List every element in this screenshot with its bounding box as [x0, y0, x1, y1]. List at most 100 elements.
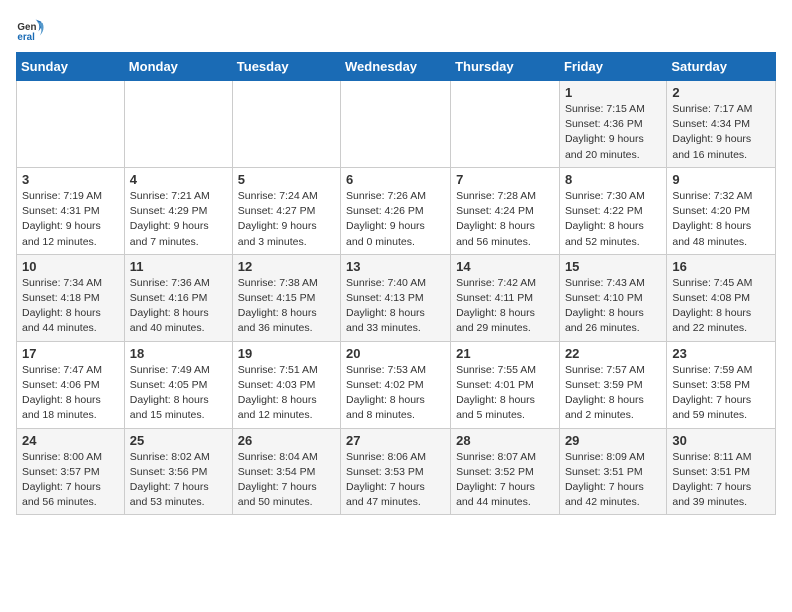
day-number: 28 [456, 433, 554, 448]
calendar-cell [451, 81, 560, 168]
day-info: Sunrise: 7:24 AM Sunset: 4:27 PM Dayligh… [238, 189, 335, 250]
calendar-cell: 19Sunrise: 7:51 AM Sunset: 4:03 PM Dayli… [232, 341, 340, 428]
day-info: Sunrise: 7:19 AM Sunset: 4:31 PM Dayligh… [22, 189, 119, 250]
calendar-cell: 22 Sunrise: 7:57 AM Sunset: 3:59 PM Dayli… [559, 341, 666, 428]
day-info: Sunrise: 7:53 AM Sunset: 4:02 PM Dayligh… [346, 363, 445, 424]
day-info: Sunrise: 7:45 AM Sunset: 4:08 PM Dayligh… [672, 276, 770, 337]
day-number: 11 [130, 259, 227, 274]
day-number: 5 [238, 172, 335, 187]
calendar-cell: 27Sunrise: 8:06 AM Sunset: 3:53 PM Dayli… [341, 428, 451, 515]
day-number: 29 [565, 433, 661, 448]
calendar-cell: 12 Sunrise: 7:38 AM Sunset: 4:15 PM Dayli… [232, 254, 340, 341]
calendar-table: SundayMondayTuesdayWednesdayThursdayFrid… [16, 52, 776, 515]
day-number: 12 [238, 259, 335, 274]
calendar-cell: 21Sunrise: 7:55 AM Sunset: 4:01 PM Dayli… [451, 341, 560, 428]
day-number: 15 [565, 259, 661, 274]
day-number: 30 [672, 433, 770, 448]
calendar-cell [341, 81, 451, 168]
weekday-header-thursday: Thursday [451, 53, 560, 81]
calendar-cell: 6 Sunrise: 7:26 AM Sunset: 4:26 PM Daylig… [341, 167, 451, 254]
calendar-cell: 16 Sunrise: 7:45 AM Sunset: 4:08 PM Dayli… [667, 254, 776, 341]
day-info: Sunrise: 8:04 AM Sunset: 3:54 PM Dayligh… [238, 450, 335, 511]
day-info: Sunrise: 7:36 AM Sunset: 4:16 PM Dayligh… [130, 276, 227, 337]
weekday-header-tuesday: Tuesday [232, 53, 340, 81]
calendar-cell: 26 Sunrise: 8:04 AM Sunset: 3:54 PM Dayli… [232, 428, 340, 515]
day-info: Sunrise: 7:32 AM Sunset: 4:20 PM Dayligh… [672, 189, 770, 250]
day-number: 10 [22, 259, 119, 274]
day-info: Sunrise: 7:17 AM Sunset: 4:34 PM Dayligh… [672, 102, 770, 163]
day-number: 24 [22, 433, 119, 448]
weekday-header-wednesday: Wednesday [341, 53, 451, 81]
calendar-week-row: 10 Sunrise: 7:34 AM Sunset: 4:18 PM Dayli… [17, 254, 776, 341]
day-info: Sunrise: 7:42 AM Sunset: 4:11 PM Dayligh… [456, 276, 554, 337]
calendar-cell: 3 Sunrise: 7:19 AM Sunset: 4:31 PM Daylig… [17, 167, 125, 254]
day-info: Sunrise: 7:34 AM Sunset: 4:18 PM Dayligh… [22, 276, 119, 337]
day-number: 23 [672, 346, 770, 361]
day-info: Sunrise: 7:59 AM Sunset: 3:58 PM Dayligh… [672, 363, 770, 424]
day-info: Sunrise: 7:15 AM Sunset: 4:36 PM Dayligh… [565, 102, 661, 163]
calendar-cell: 9Sunrise: 7:32 AM Sunset: 4:20 PM Daylig… [667, 167, 776, 254]
calendar-cell: 28 Sunrise: 8:07 AM Sunset: 3:52 PM Dayli… [451, 428, 560, 515]
day-info: Sunrise: 7:21 AM Sunset: 4:29 PM Dayligh… [130, 189, 227, 250]
day-number: 6 [346, 172, 445, 187]
day-info: Sunrise: 8:09 AM Sunset: 3:51 PM Dayligh… [565, 450, 661, 511]
day-info: Sunrise: 7:40 AM Sunset: 4:13 PM Dayligh… [346, 276, 445, 337]
calendar-cell: 4 Sunrise: 7:21 AM Sunset: 4:29 PM Daylig… [124, 167, 232, 254]
day-info: Sunrise: 7:43 AM Sunset: 4:10 PM Dayligh… [565, 276, 661, 337]
weekday-header-friday: Friday [559, 53, 666, 81]
logo-icon: Gen eral [16, 16, 44, 44]
svg-text:eral: eral [17, 32, 35, 43]
day-number: 20 [346, 346, 445, 361]
page-header: Gen eral [16, 16, 776, 44]
day-info: Sunrise: 7:26 AM Sunset: 4:26 PM Dayligh… [346, 189, 445, 250]
day-number: 18 [130, 346, 227, 361]
day-number: 27 [346, 433, 445, 448]
calendar-cell: 1 Sunrise: 7:15 AM Sunset: 4:36 PM Daylig… [559, 81, 666, 168]
day-number: 26 [238, 433, 335, 448]
calendar-week-row: 3 Sunrise: 7:19 AM Sunset: 4:31 PM Daylig… [17, 167, 776, 254]
day-info: Sunrise: 7:30 AM Sunset: 4:22 PM Dayligh… [565, 189, 661, 250]
day-number: 14 [456, 259, 554, 274]
calendar-cell: 2Sunrise: 7:17 AM Sunset: 4:34 PM Daylig… [667, 81, 776, 168]
calendar-cell: 10 Sunrise: 7:34 AM Sunset: 4:18 PM Dayli… [17, 254, 125, 341]
day-number: 1 [565, 85, 661, 100]
calendar-cell: 11 Sunrise: 7:36 AM Sunset: 4:16 PM Dayli… [124, 254, 232, 341]
day-info: Sunrise: 7:49 AM Sunset: 4:05 PM Dayligh… [130, 363, 227, 424]
day-info: Sunrise: 7:55 AM Sunset: 4:01 PM Dayligh… [456, 363, 554, 424]
calendar-cell: 14 Sunrise: 7:42 AM Sunset: 4:11 PM Dayli… [451, 254, 560, 341]
day-number: 7 [456, 172, 554, 187]
calendar-cell: 30 Sunrise: 8:11 AM Sunset: 3:51 PM Dayli… [667, 428, 776, 515]
day-number: 19 [238, 346, 335, 361]
calendar-cell [17, 81, 125, 168]
day-info: Sunrise: 7:57 AM Sunset: 3:59 PM Dayligh… [565, 363, 661, 424]
calendar-cell: 15 Sunrise: 7:43 AM Sunset: 4:10 PM Dayli… [559, 254, 666, 341]
day-info: Sunrise: 7:47 AM Sunset: 4:06 PM Dayligh… [22, 363, 119, 424]
day-number: 3 [22, 172, 119, 187]
calendar-cell: 5 Sunrise: 7:24 AM Sunset: 4:27 PM Daylig… [232, 167, 340, 254]
weekday-header-saturday: Saturday [667, 53, 776, 81]
calendar-cell [232, 81, 340, 168]
calendar-cell: 20 Sunrise: 7:53 AM Sunset: 4:02 PM Dayli… [341, 341, 451, 428]
calendar-cell: 18 Sunrise: 7:49 AM Sunset: 4:05 PM Dayli… [124, 341, 232, 428]
day-info: Sunrise: 7:38 AM Sunset: 4:15 PM Dayligh… [238, 276, 335, 337]
logo: Gen eral [16, 16, 48, 44]
day-info: Sunrise: 8:11 AM Sunset: 3:51 PM Dayligh… [672, 450, 770, 511]
day-number: 13 [346, 259, 445, 274]
day-number: 8 [565, 172, 661, 187]
weekday-header-monday: Monday [124, 53, 232, 81]
day-number: 16 [672, 259, 770, 274]
calendar-cell: 13 Sunrise: 7:40 AM Sunset: 4:13 PM Dayli… [341, 254, 451, 341]
day-info: Sunrise: 8:02 AM Sunset: 3:56 PM Dayligh… [130, 450, 227, 511]
calendar-week-row: 24Sunrise: 8:00 AM Sunset: 3:57 PM Dayli… [17, 428, 776, 515]
calendar-week-row: 17 Sunrise: 7:47 AM Sunset: 4:06 PM Dayli… [17, 341, 776, 428]
day-info: Sunrise: 8:07 AM Sunset: 3:52 PM Dayligh… [456, 450, 554, 511]
calendar-cell: 17 Sunrise: 7:47 AM Sunset: 4:06 PM Dayli… [17, 341, 125, 428]
calendar-cell: 23 Sunrise: 7:59 AM Sunset: 3:58 PM Dayli… [667, 341, 776, 428]
calendar-cell: 7 Sunrise: 7:28 AM Sunset: 4:24 PM Daylig… [451, 167, 560, 254]
calendar-cell [124, 81, 232, 168]
day-number: 4 [130, 172, 227, 187]
calendar-cell: 24Sunrise: 8:00 AM Sunset: 3:57 PM Dayli… [17, 428, 125, 515]
day-number: 22 [565, 346, 661, 361]
day-number: 17 [22, 346, 119, 361]
day-info: Sunrise: 7:28 AM Sunset: 4:24 PM Dayligh… [456, 189, 554, 250]
